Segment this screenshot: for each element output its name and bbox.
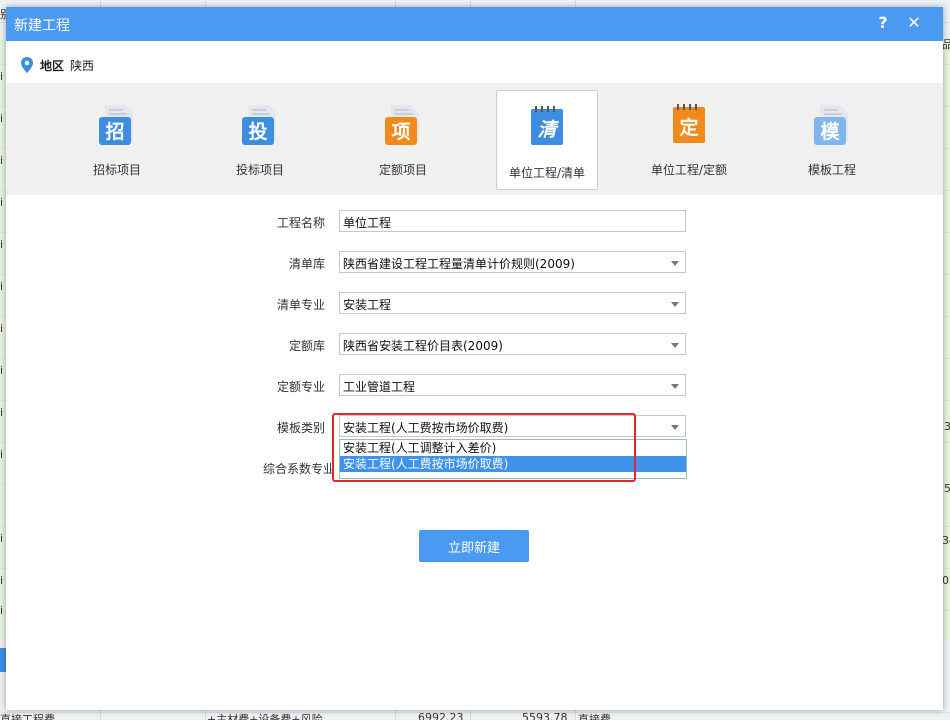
chevron-down-icon[interactable] — [671, 425, 679, 430]
bg-cell: i — [0, 280, 4, 293]
bill-specialty-row: 清单专业 安装工程 — [6, 292, 943, 316]
quota-library-select[interactable]: 陕西省安装工程价目表(2009) — [339, 333, 686, 355]
quota-notebook-icon: 定 — [673, 104, 705, 143]
dropdown-option-selected[interactable]: 安装工程(人工费按市场价取费) — [340, 456, 686, 472]
type-unit-quota[interactable]: 定 单位工程/定额 — [639, 89, 739, 189]
quota-doc-icon: 项 — [385, 105, 419, 145]
template-doc-icon: 模 — [814, 105, 848, 145]
svg-text:清: 清 — [537, 119, 559, 141]
bill-library-select[interactable]: 陕西省建设工程工程量清单计价规则(2009) — [339, 251, 686, 273]
help-icon[interactable]: ? — [872, 12, 894, 34]
close-icon[interactable]: ✕ — [903, 12, 925, 34]
bg-cell: i — [0, 322, 4, 335]
bg-cell: 直接工程费 — [0, 713, 55, 720]
template-category-dropdown: 安装工程(人工调整计入差价) 安装工程(人工费按市场价取费) — [339, 439, 687, 479]
bg-cell: i — [0, 238, 4, 251]
region-value[interactable]: 陕西 — [70, 57, 94, 74]
svg-text:招: 招 — [105, 120, 124, 143]
tender-doc-icon: 招 — [99, 105, 133, 145]
type-label: 定额项目 — [378, 163, 427, 177]
chevron-down-icon[interactable] — [671, 302, 679, 307]
quota-library-value: 陕西省安装工程价目表(2009) — [343, 339, 503, 353]
bill-specialty-value: 安装工程 — [343, 298, 392, 312]
bg-cell: 3 — [944, 420, 950, 433]
template-category-label: 模板类别 — [276, 421, 325, 435]
dialog-title: 新建工程 — [14, 18, 70, 34]
new-project-dialog: 新建工程 ? ✕ 地区 陕西 招 招标项目 投 投标项目 项 定额项目 清 单位… — [6, 7, 943, 710]
bg-cell: i — [0, 196, 4, 209]
bg-cell: 5 — [944, 482, 950, 495]
svg-text:定: 定 — [679, 116, 698, 139]
chevron-down-icon[interactable] — [671, 261, 679, 266]
bg-cell: i — [0, 604, 4, 617]
bg-cell: 直接费 — [578, 713, 611, 720]
create-now-button[interactable]: 立即新建 — [419, 530, 529, 562]
template-category-select[interactable]: 安装工程(人工费按市场价取费) — [339, 415, 686, 437]
type-label: 单位工程/定额 — [650, 163, 728, 177]
bg-cell: 34 — [942, 534, 950, 547]
template-category-value: 安装工程(人工费按市场价取费) — [343, 421, 509, 435]
type-unit-bill[interactable]: 清 单位工程/清单 — [496, 90, 598, 190]
chevron-down-icon[interactable] — [671, 343, 679, 348]
bg-cell: i — [0, 532, 4, 545]
bg-cell: 6992.23 — [418, 711, 464, 720]
project-name-row: 工程名称 单位工程 — [6, 210, 943, 234]
bg-cell: i — [0, 112, 4, 125]
project-type-selector: 招 招标项目 投 投标项目 项 定额项目 清 单位工程/清单 定 单位工程/定额… — [6, 83, 943, 195]
template-category-row: 模板类别 安装工程(人工费按市场价取费) — [6, 415, 943, 439]
svg-text:投: 投 — [248, 120, 267, 143]
chevron-down-icon[interactable] — [671, 384, 679, 389]
type-template-project[interactable]: 模 模板工程 — [782, 89, 882, 189]
bg-cell: i — [0, 364, 4, 377]
bg-cell: i — [0, 70, 4, 83]
bg-cell: 5593.78 — [522, 711, 568, 720]
project-name-input[interactable]: 单位工程 — [339, 210, 686, 232]
type-tender-project[interactable]: 招 招标项目 — [67, 89, 167, 189]
type-quota-project[interactable]: 项 定额项目 — [353, 89, 453, 189]
location-pin-icon — [21, 57, 33, 73]
type-label: 单位工程/清单 — [508, 166, 586, 180]
bg-cell: +主材费+设备费+风险 — [207, 713, 323, 720]
bid-doc-icon: 投 — [242, 105, 276, 145]
region-info: 地区 陕西 — [20, 56, 94, 74]
quota-specialty-row: 定额专业 工业管道工程 — [6, 374, 943, 398]
quota-specialty-select[interactable]: 工业管道工程 — [339, 374, 686, 396]
svg-text:模: 模 — [820, 120, 840, 143]
bg-cell: i — [0, 154, 4, 167]
quota-library-label: 定额库 — [288, 339, 325, 353]
bill-notebook-icon: 清 — [531, 106, 563, 145]
bg-cell: i — [0, 574, 4, 587]
bg-cell: 05 — [942, 574, 950, 587]
quota-specialty-value: 工业管道工程 — [343, 380, 416, 394]
bill-specialty-select[interactable]: 安装工程 — [339, 292, 686, 314]
bill-library-row: 清单库 陕西省建设工程工程量清单计价规则(2009) — [6, 251, 943, 275]
bill-library-label: 清单库 — [288, 257, 325, 271]
coefficient-specialty-label: 综合系数专业 — [262, 462, 335, 476]
project-name-label: 工程名称 — [276, 216, 325, 230]
type-label: 模板工程 — [807, 163, 856, 177]
bg-cell: i — [0, 406, 4, 419]
quota-library-row: 定额库 陕西省安装工程价目表(2009) — [6, 333, 943, 357]
dropdown-option[interactable]: 安装工程(人工调整计入差价) — [340, 440, 686, 456]
bill-specialty-label: 清单专业 — [276, 298, 325, 312]
quota-specialty-label: 定额专业 — [276, 380, 325, 394]
region-label: 地区 — [40, 58, 65, 73]
bg-cell: i — [0, 448, 4, 461]
type-bid-project[interactable]: 投 投标项目 — [210, 89, 310, 189]
svg-text:项: 项 — [391, 121, 410, 143]
project-name-value: 单位工程 — [343, 216, 392, 230]
type-label: 投标项目 — [235, 163, 284, 177]
dialog-titlebar[interactable]: 新建工程 ? ✕ — [6, 7, 943, 41]
bg-cell: 品 — [942, 38, 950, 51]
bill-library-value: 陕西省建设工程工程量清单计价规则(2009) — [343, 257, 575, 271]
type-label: 招标项目 — [92, 163, 141, 177]
